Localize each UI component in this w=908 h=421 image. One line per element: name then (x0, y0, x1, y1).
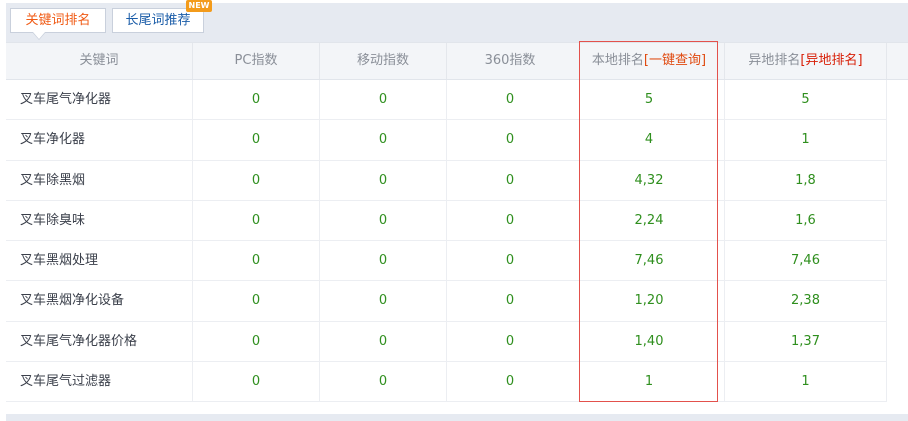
360-index-cell: 0 (505, 132, 515, 148)
header-mobile-index: 移动指数 (356, 53, 409, 68)
pc-index-cell: 0 (251, 253, 261, 269)
keyword-table-body: 叉车尾气净化器 0 0 0 5 5 叉车净化器 0 0 0 4 1 叉车除黑烟 … (6, 80, 886, 403)
360-index-cell: 0 (505, 212, 515, 228)
table-row: 叉车除臭味 0 0 0 2,24 1,6 (6, 201, 886, 242)
mobile-index-cell: 0 (378, 374, 388, 390)
column-divider (886, 43, 887, 79)
pc-index-cell: 0 (251, 212, 261, 228)
header-keyword: 关键词 (79, 53, 119, 68)
remote-rank-cell: 7,46 (791, 253, 820, 269)
mobile-index-cell: 0 (378, 253, 388, 269)
pc-index-cell: 0 (251, 293, 261, 309)
pc-index-cell: 0 (251, 132, 261, 148)
keyword-cell: 叉车除臭味 (20, 212, 86, 228)
pc-index-cell: 0 (251, 92, 261, 107)
360-index-cell: 0 (505, 333, 515, 349)
mobile-index-cell: 0 (378, 132, 388, 148)
remote-rank-cell: 5 (801, 92, 810, 107)
pc-index-cell: 0 (251, 172, 261, 188)
remote-rank-cell: 1,6 (795, 212, 816, 228)
remote-rank-cell: 2,38 (791, 293, 820, 309)
column-divider (886, 80, 887, 402)
table-row: 叉车尾气净化器 0 0 0 5 5 (6, 80, 886, 121)
table-row: 叉车除黑烟 0 0 0 4,32 1,8 (6, 161, 886, 201)
360-index-cell: 0 (505, 293, 515, 309)
mobile-index-cell: 0 (378, 212, 388, 228)
360-index-cell: 0 (505, 374, 515, 390)
mobile-index-cell: 0 (378, 172, 388, 188)
header-remote-rank: 异地排名[异地排名] (725, 43, 886, 79)
keyword-cell: 叉车净化器 (20, 132, 86, 148)
mobile-index-cell: 0 (378, 92, 388, 107)
header-remote-rank-label: 异地排名 (748, 53, 801, 68)
table-row: 叉车尾气净化器价格 0 0 0 1,40 1,37 (6, 322, 886, 363)
keyword-cell: 叉车尾气净化器价格 (20, 333, 138, 349)
remote-rank-cell: 1 (801, 374, 810, 390)
table-row: 叉车尾气过滤器 0 0 0 1 1 (6, 362, 886, 403)
remote-rank-cell: 1,37 (791, 333, 820, 349)
mobile-index-cell: 0 (378, 333, 388, 349)
header-pc-index: PC指数 (234, 53, 278, 68)
header-360-index: 360指数 (484, 53, 536, 68)
local-rank-highlight-box (579, 41, 718, 402)
360-index-cell: 0 (505, 172, 515, 188)
keyword-cell: 叉车黑烟处理 (20, 253, 99, 269)
table-row: 叉车黑烟处理 0 0 0 7,46 7,46 (6, 241, 886, 282)
remote-rank-cell: 1,8 (795, 172, 816, 188)
remote-rank-link[interactable]: [异地排名] (800, 53, 862, 68)
bottom-bar (6, 414, 908, 421)
keyword-cell: 叉车尾气过滤器 (20, 374, 112, 390)
keyword-cell: 叉车尾气净化器 (20, 92, 112, 107)
table-row: 叉车黑烟净化设备 0 0 0 1,20 2,38 (6, 281, 886, 322)
table-header: 关键词 PC指数 移动指数 360指数 本地排名[一键查询] 异地排名[异地排名… (6, 42, 908, 80)
keyword-cell: 叉车黑烟净化设备 (20, 293, 125, 309)
tab-keyword-ranking[interactable]: 关键词排名 (10, 8, 106, 40)
remote-rank-cell: 1 (801, 132, 810, 148)
pc-index-cell: 0 (251, 333, 261, 349)
360-index-cell: 0 (505, 92, 515, 107)
pc-index-cell: 0 (251, 374, 261, 390)
360-index-cell: 0 (505, 253, 515, 269)
mobile-index-cell: 0 (378, 293, 388, 309)
table-row: 叉车净化器 0 0 0 4 1 (6, 120, 886, 161)
new-badge: NEW (186, 0, 212, 12)
keyword-cell: 叉车除黑烟 (20, 172, 86, 188)
